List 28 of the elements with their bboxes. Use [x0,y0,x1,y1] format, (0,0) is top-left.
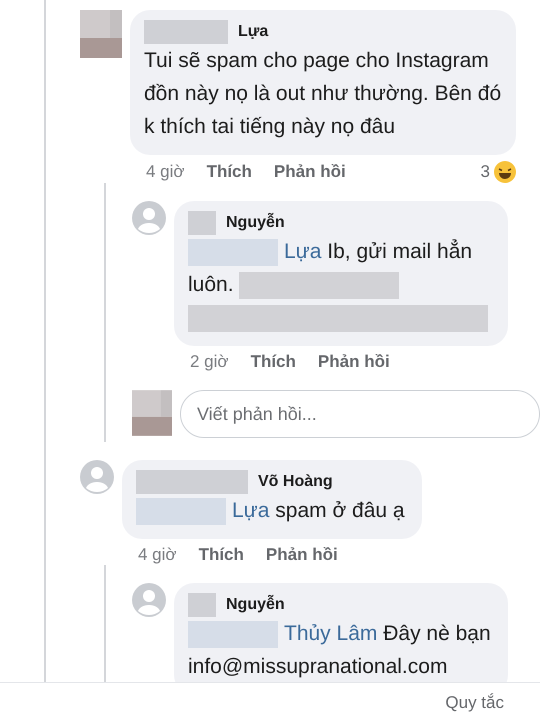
like-link[interactable]: Thích [198,545,244,565]
like-link[interactable]: Thích [206,162,252,182]
comment-time: 4 giờ [138,545,177,565]
author-name[interactable]: Nguyễn [226,214,285,232]
avatar-icon [80,460,114,494]
pixelated-redaction [188,593,216,617]
comment-text: Thủy Lâm Đây nè bạn info@missupranational.com [188,620,492,680]
rules-link[interactable]: Quy tắc [445,693,504,713]
comment-time: 4 giờ [146,162,185,182]
reaction-count: 3 [480,162,490,182]
comment-text: Tui sẽ spam cho page cho Instagram đồn này nọ là out như thường. Bên đó k thích tai tiếng này nọ đâu [144,48,502,140]
reply-link[interactable]: Phản hồi [318,352,390,372]
avatar-icon [132,390,172,436]
avatar-icon [80,10,122,58]
author-name[interactable]: Võ Hoàng [258,473,333,491]
comment-text: Lựa Ib, gửi mail hẳn luôn. [188,235,494,334]
author-name[interactable]: Nguyễn [226,596,285,614]
avatar-icon [132,201,166,235]
reply-link[interactable]: Phản hồi [274,162,346,182]
avatar-icon [132,583,166,617]
author-name[interactable]: Lựa [238,23,268,41]
laughing-emoji-icon [494,161,516,183]
comment-text: Lựa spam ở đâu ạ [136,494,408,527]
like-link[interactable]: Thích [250,352,296,372]
reply-link[interactable]: Phản hồi [266,545,338,565]
pixelated-redaction [188,211,216,235]
comment-time: 2 giờ [190,352,229,372]
reply-field[interactable]: Viết phản hồi... [180,390,540,438]
